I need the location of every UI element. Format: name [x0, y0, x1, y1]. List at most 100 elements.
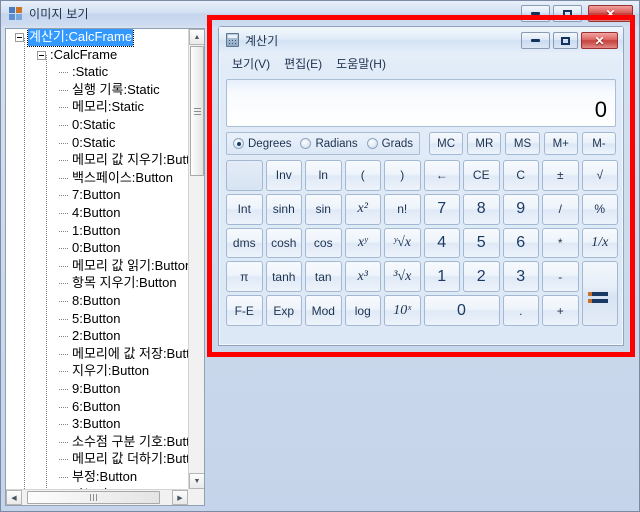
tan-key[interactable]: tan	[305, 261, 342, 293]
divide-key[interactable]: /	[542, 193, 579, 225]
tree-item[interactable]: 0:Static	[6, 117, 190, 135]
int-key[interactable]: Int	[226, 193, 263, 225]
menu-item[interactable]: 도움말(H)	[329, 54, 393, 73]
tree-vertical-scrollbar[interactable]: ▲ ▼	[188, 29, 204, 489]
tree-horizontal-scrollbar[interactable]: ◀ ▶	[6, 489, 188, 505]
digit-2-key[interactable]: 2	[463, 261, 500, 293]
inv-key[interactable]: Inv	[265, 160, 302, 191]
tree-item[interactable]: 0:Static	[6, 135, 190, 153]
yth-root-key[interactable]: ʸ√x	[384, 227, 421, 259]
pi-key[interactable]: π	[226, 261, 263, 293]
sin-key[interactable]: sin	[305, 193, 342, 225]
vertical-scroll-thumb[interactable]	[190, 46, 204, 176]
calculator-maximize-button[interactable]	[553, 32, 578, 49]
tree-item[interactable]: 부정:Button	[6, 469, 190, 487]
calculator-close-button[interactable]: ✕	[581, 32, 618, 49]
radio-degrees[interactable]: Degrees	[233, 138, 291, 150]
memory-mminus-button[interactable]: M-	[581, 132, 617, 155]
exp-key[interactable]: Exp	[265, 295, 302, 326]
cos-key[interactable]: cos	[305, 227, 342, 259]
tree-item[interactable]: 3:Button	[6, 416, 190, 434]
tree-item[interactable]: 메모리에 값 저장:Button	[6, 346, 190, 364]
tree-item[interactable]: 2:Button	[6, 328, 190, 346]
tree-item[interactable]: 0:Button	[6, 240, 190, 258]
add-key[interactable]: +	[542, 295, 579, 326]
memory-mc-button[interactable]: MC	[429, 132, 464, 155]
ten-power-key[interactable]: 10ˣ	[384, 295, 421, 326]
digit-0-key[interactable]: 0	[423, 295, 500, 326]
menu-item[interactable]: 편집(E)	[277, 54, 329, 73]
tree-collapse-icon[interactable]	[37, 50, 46, 60]
tree-item[interactable]: 지우기:Button	[6, 363, 190, 381]
equals-key[interactable]	[581, 261, 618, 326]
mod-key[interactable]: Mod	[305, 295, 342, 326]
tree-view-panel[interactable]: 계산기:CalcFrame:CalcFrame:Static 실행 기록:Stat…	[5, 28, 205, 506]
digit-9-key[interactable]: 9	[502, 193, 539, 225]
tree-item[interactable]: 실행 기록:Static	[6, 82, 190, 100]
digit-3-key[interactable]: 3	[502, 261, 539, 293]
horizontal-scroll-thumb[interactable]	[27, 491, 160, 504]
tree-item[interactable]: 계산기:CalcFrame	[6, 29, 190, 47]
tanh-key[interactable]: tanh	[265, 261, 302, 293]
tree-item[interactable]: 1:Button	[6, 223, 190, 241]
tree-item[interactable]: :Static	[6, 64, 190, 82]
tree-item[interactable]: 6:Button	[6, 399, 190, 417]
factorial-key[interactable]: n!	[384, 193, 421, 225]
tree-item[interactable]: 메모리:Static	[6, 99, 190, 117]
negate-key[interactable]: ±	[542, 160, 579, 191]
tree-item[interactable]: 메모리 값 지우기:Button	[6, 152, 190, 170]
sqrt-key[interactable]: √	[581, 160, 618, 191]
tree-item[interactable]: 소수점 구분 기호:Button	[6, 434, 190, 452]
log-key[interactable]: log	[344, 295, 381, 326]
percent-key[interactable]: %	[581, 193, 618, 225]
digit-4-key[interactable]: 4	[423, 227, 460, 259]
digit-5-key[interactable]: 5	[463, 227, 500, 259]
scroll-down-arrow-icon[interactable]: ▼	[189, 473, 204, 489]
digit-6-key[interactable]: 6	[502, 227, 539, 259]
power-y-key[interactable]: xʸ	[344, 227, 381, 259]
blank-key[interactable]	[226, 160, 263, 191]
memory-ms-button[interactable]: MS	[505, 132, 540, 155]
digit-1-key[interactable]: 1	[423, 261, 460, 293]
cube-key[interactable]: x³	[344, 261, 381, 293]
tree-item[interactable]: 백스페이스:Button	[6, 170, 190, 188]
tree-item[interactable]: 5:Button	[6, 311, 190, 329]
open-paren-key[interactable]: (	[344, 160, 381, 191]
scroll-up-arrow-icon[interactable]: ▲	[189, 29, 204, 45]
tree-item[interactable]: 7:Button	[6, 187, 190, 205]
close-paren-key[interactable]: )	[384, 160, 421, 191]
scroll-left-arrow-icon[interactable]: ◀	[6, 490, 22, 505]
tree-collapse-icon[interactable]	[15, 33, 24, 42]
tree-item[interactable]: :CalcFrame	[6, 47, 190, 65]
reciprocal-key[interactable]: 1/x	[581, 227, 618, 259]
cosh-key[interactable]: cosh	[265, 227, 302, 259]
tree-item[interactable]: 메모리 값 더하기:Button	[6, 451, 190, 469]
subtract-key[interactable]: -	[542, 261, 579, 293]
sinh-key[interactable]: sinh	[265, 193, 302, 225]
clear-entry-key[interactable]: CE	[463, 160, 500, 191]
tree-item[interactable]: 8:Button	[6, 293, 190, 311]
multiply-key[interactable]: *	[542, 227, 579, 259]
tree-item[interactable]: 메모리 값 읽기:Button	[6, 258, 190, 276]
calculator-minimize-button[interactable]	[521, 32, 550, 49]
tree-item[interactable]: 9:Button	[6, 381, 190, 399]
radio-grads[interactable]: Grads	[366, 138, 413, 150]
tree-item[interactable]: 4:Button	[6, 205, 190, 223]
calculator-titlebar[interactable]: 계산기 ✕	[219, 27, 623, 53]
clear-key[interactable]: C	[502, 160, 539, 191]
memory-mr-button[interactable]: MR	[467, 132, 502, 155]
cube-root-key[interactable]: ³√x	[384, 261, 421, 293]
decimal-key[interactable]: .	[502, 295, 539, 326]
fe-key[interactable]: F-E	[226, 295, 263, 326]
dms-key[interactable]: dms	[226, 227, 263, 259]
menu-item[interactable]: 보기(V)	[225, 54, 277, 73]
square-key[interactable]: x²	[344, 193, 381, 225]
digit-8-key[interactable]: 8	[463, 193, 500, 225]
tree-item[interactable]: 항목 지우기:Button	[6, 275, 190, 293]
memory-mplus-button[interactable]: M+	[543, 132, 578, 155]
backspace-key[interactable]: ←	[423, 160, 460, 191]
scroll-right-arrow-icon[interactable]: ▶	[172, 490, 188, 505]
radio-radians[interactable]: Radians	[300, 138, 358, 150]
ln-key[interactable]: ln	[305, 160, 342, 191]
digit-7-key[interactable]: 7	[423, 193, 460, 225]
